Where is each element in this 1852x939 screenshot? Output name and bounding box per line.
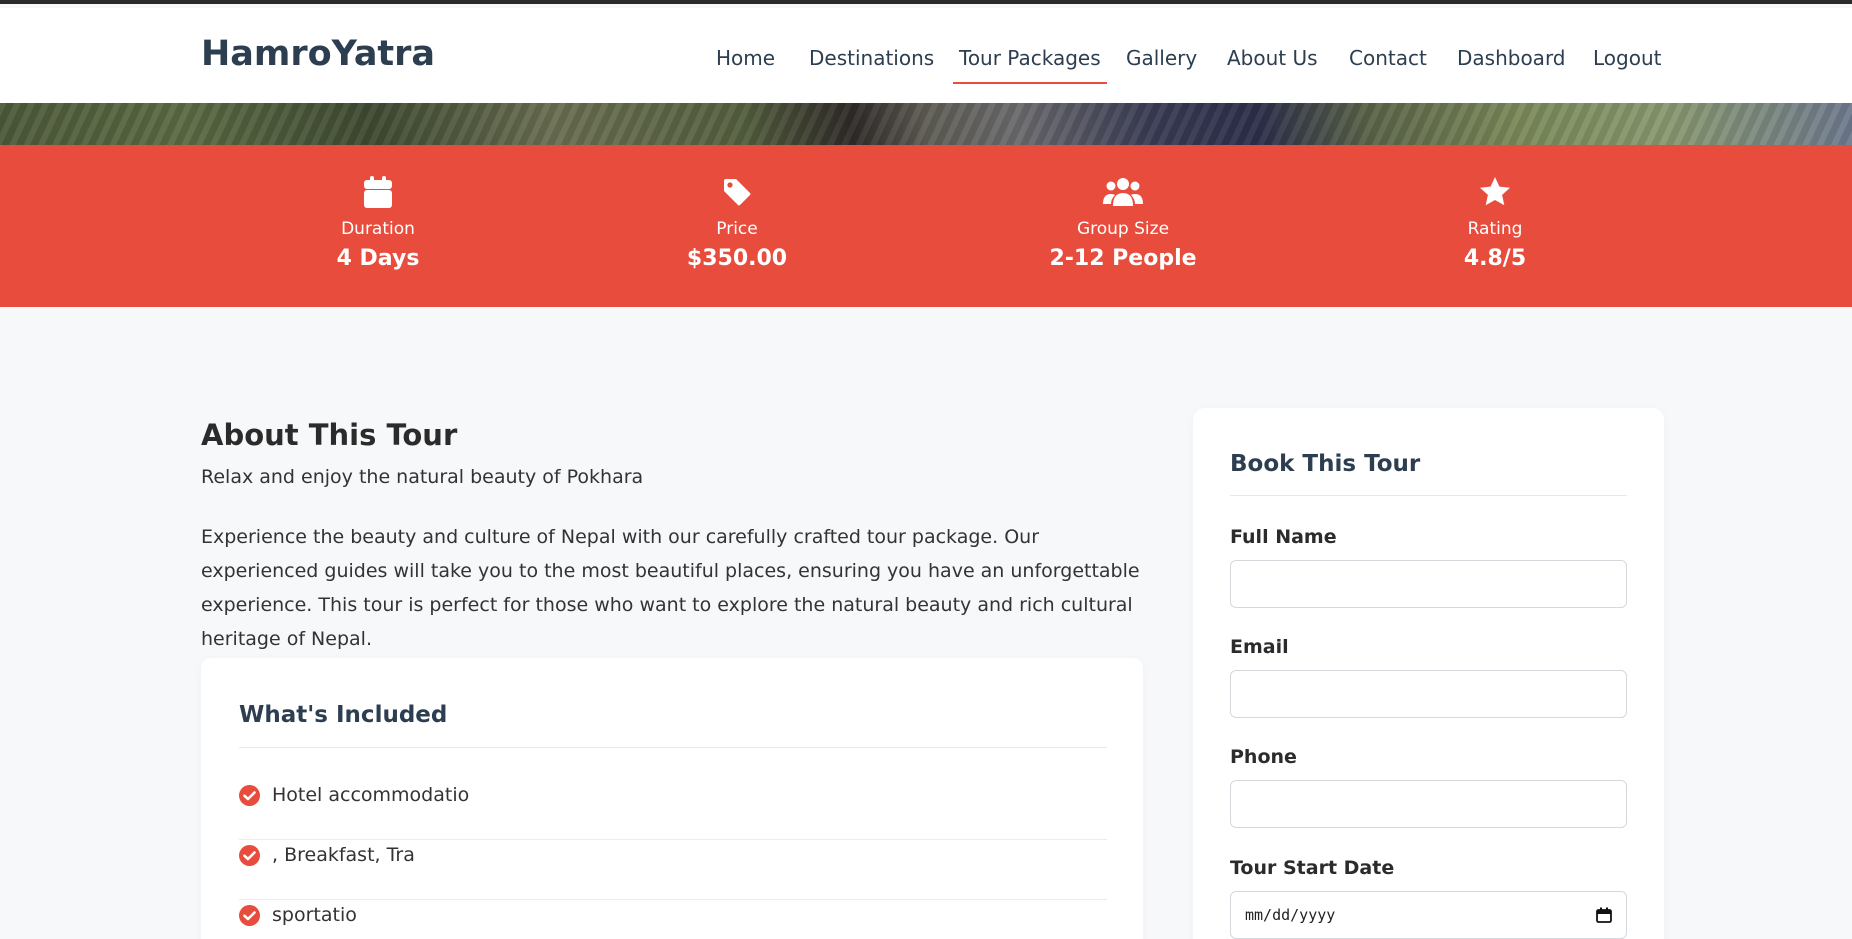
nav-home[interactable]: Home [716, 46, 775, 70]
about-title: About This Tour [201, 418, 458, 452]
stat-value: 4.8/5 [1463, 246, 1527, 271]
calendar-icon [258, 175, 498, 209]
full-name-label: Full Name [1230, 526, 1337, 548]
stat-value: 2-12 People [1049, 246, 1197, 271]
about-description: Experience the beauty and culture of Nep… [201, 526, 1140, 650]
hero-image [0, 103, 1852, 145]
included-item-text: Hotel accommodatio [272, 784, 470, 806]
nav-gallery[interactable]: Gallery [1126, 46, 1197, 70]
email-label: Email [1230, 636, 1289, 658]
nav-destinations[interactable]: Destinations [809, 46, 934, 70]
stat-label: Price [716, 219, 758, 239]
full-name-input[interactable] [1230, 560, 1627, 608]
nav-logout[interactable]: Logout [1593, 46, 1661, 70]
stat-value: 4 Days [336, 246, 420, 271]
included-item-text: sportatio [272, 904, 357, 926]
date-placeholder: mm/dd/yyyy [1245, 906, 1336, 924]
check-circle-icon [239, 785, 260, 806]
site-header: HamroYatra Home Destinations Tour Packag… [0, 8, 1852, 103]
nav-dashboard[interactable]: Dashboard [1457, 46, 1566, 70]
price-tag-icon [617, 175, 857, 209]
stat-value: $350.00 [686, 246, 788, 271]
star-icon [1375, 175, 1615, 209]
included-list: Hotel accommodatio , Breakfast, Tra spor… [239, 780, 1107, 939]
stat-label: Rating [1467, 219, 1523, 239]
booking-card: Book This Tour Full Name Email Phone Tou… [1193, 408, 1664, 939]
stat-duration: Duration 4 Days [258, 175, 498, 271]
included-title: What's Included [239, 702, 448, 728]
email-input[interactable] [1230, 670, 1627, 718]
phone-label: Phone [1230, 746, 1297, 768]
tour-stats-band: Duration 4 Days Price $350.00 Group Size… [0, 145, 1852, 307]
nav-tour-packages[interactable]: Tour Packages [953, 46, 1107, 84]
included-item-text: , Breakfast, Tra [272, 844, 415, 866]
booking-title: Book This Tour [1230, 451, 1421, 477]
divider [239, 747, 1107, 748]
check-circle-icon [239, 905, 260, 926]
users-icon [1003, 175, 1243, 209]
list-item: Hotel accommodatio [239, 780, 1107, 840]
stat-label: Duration [341, 219, 415, 239]
list-item: , Breakfast, Tra [239, 840, 1107, 900]
tour-start-date-label: Tour Start Date [1230, 857, 1395, 879]
nav-contact[interactable]: Contact [1349, 46, 1427, 70]
nav-about-us[interactable]: About Us [1227, 46, 1318, 70]
stat-rating: Rating 4.8/5 [1375, 175, 1615, 271]
list-item: sportatio [239, 900, 1107, 939]
calendar-picker-icon[interactable] [1596, 907, 1612, 923]
main-nav: Home Destinations Tour Packages Gallery … [0, 46, 1852, 86]
stat-group-size: Group Size 2-12 People [1003, 175, 1243, 271]
stat-price: Price $350.00 [617, 175, 857, 271]
about-subtitle: Relax and enjoy the natural beauty of Po… [201, 466, 644, 488]
divider [1230, 495, 1627, 496]
tour-start-date-input[interactable]: mm/dd/yyyy [1230, 891, 1627, 939]
included-card: What's Included Hotel accommodatio , Bre… [201, 658, 1143, 939]
phone-input[interactable] [1230, 780, 1627, 828]
check-circle-icon [239, 845, 260, 866]
stat-label: Group Size [1076, 219, 1170, 239]
